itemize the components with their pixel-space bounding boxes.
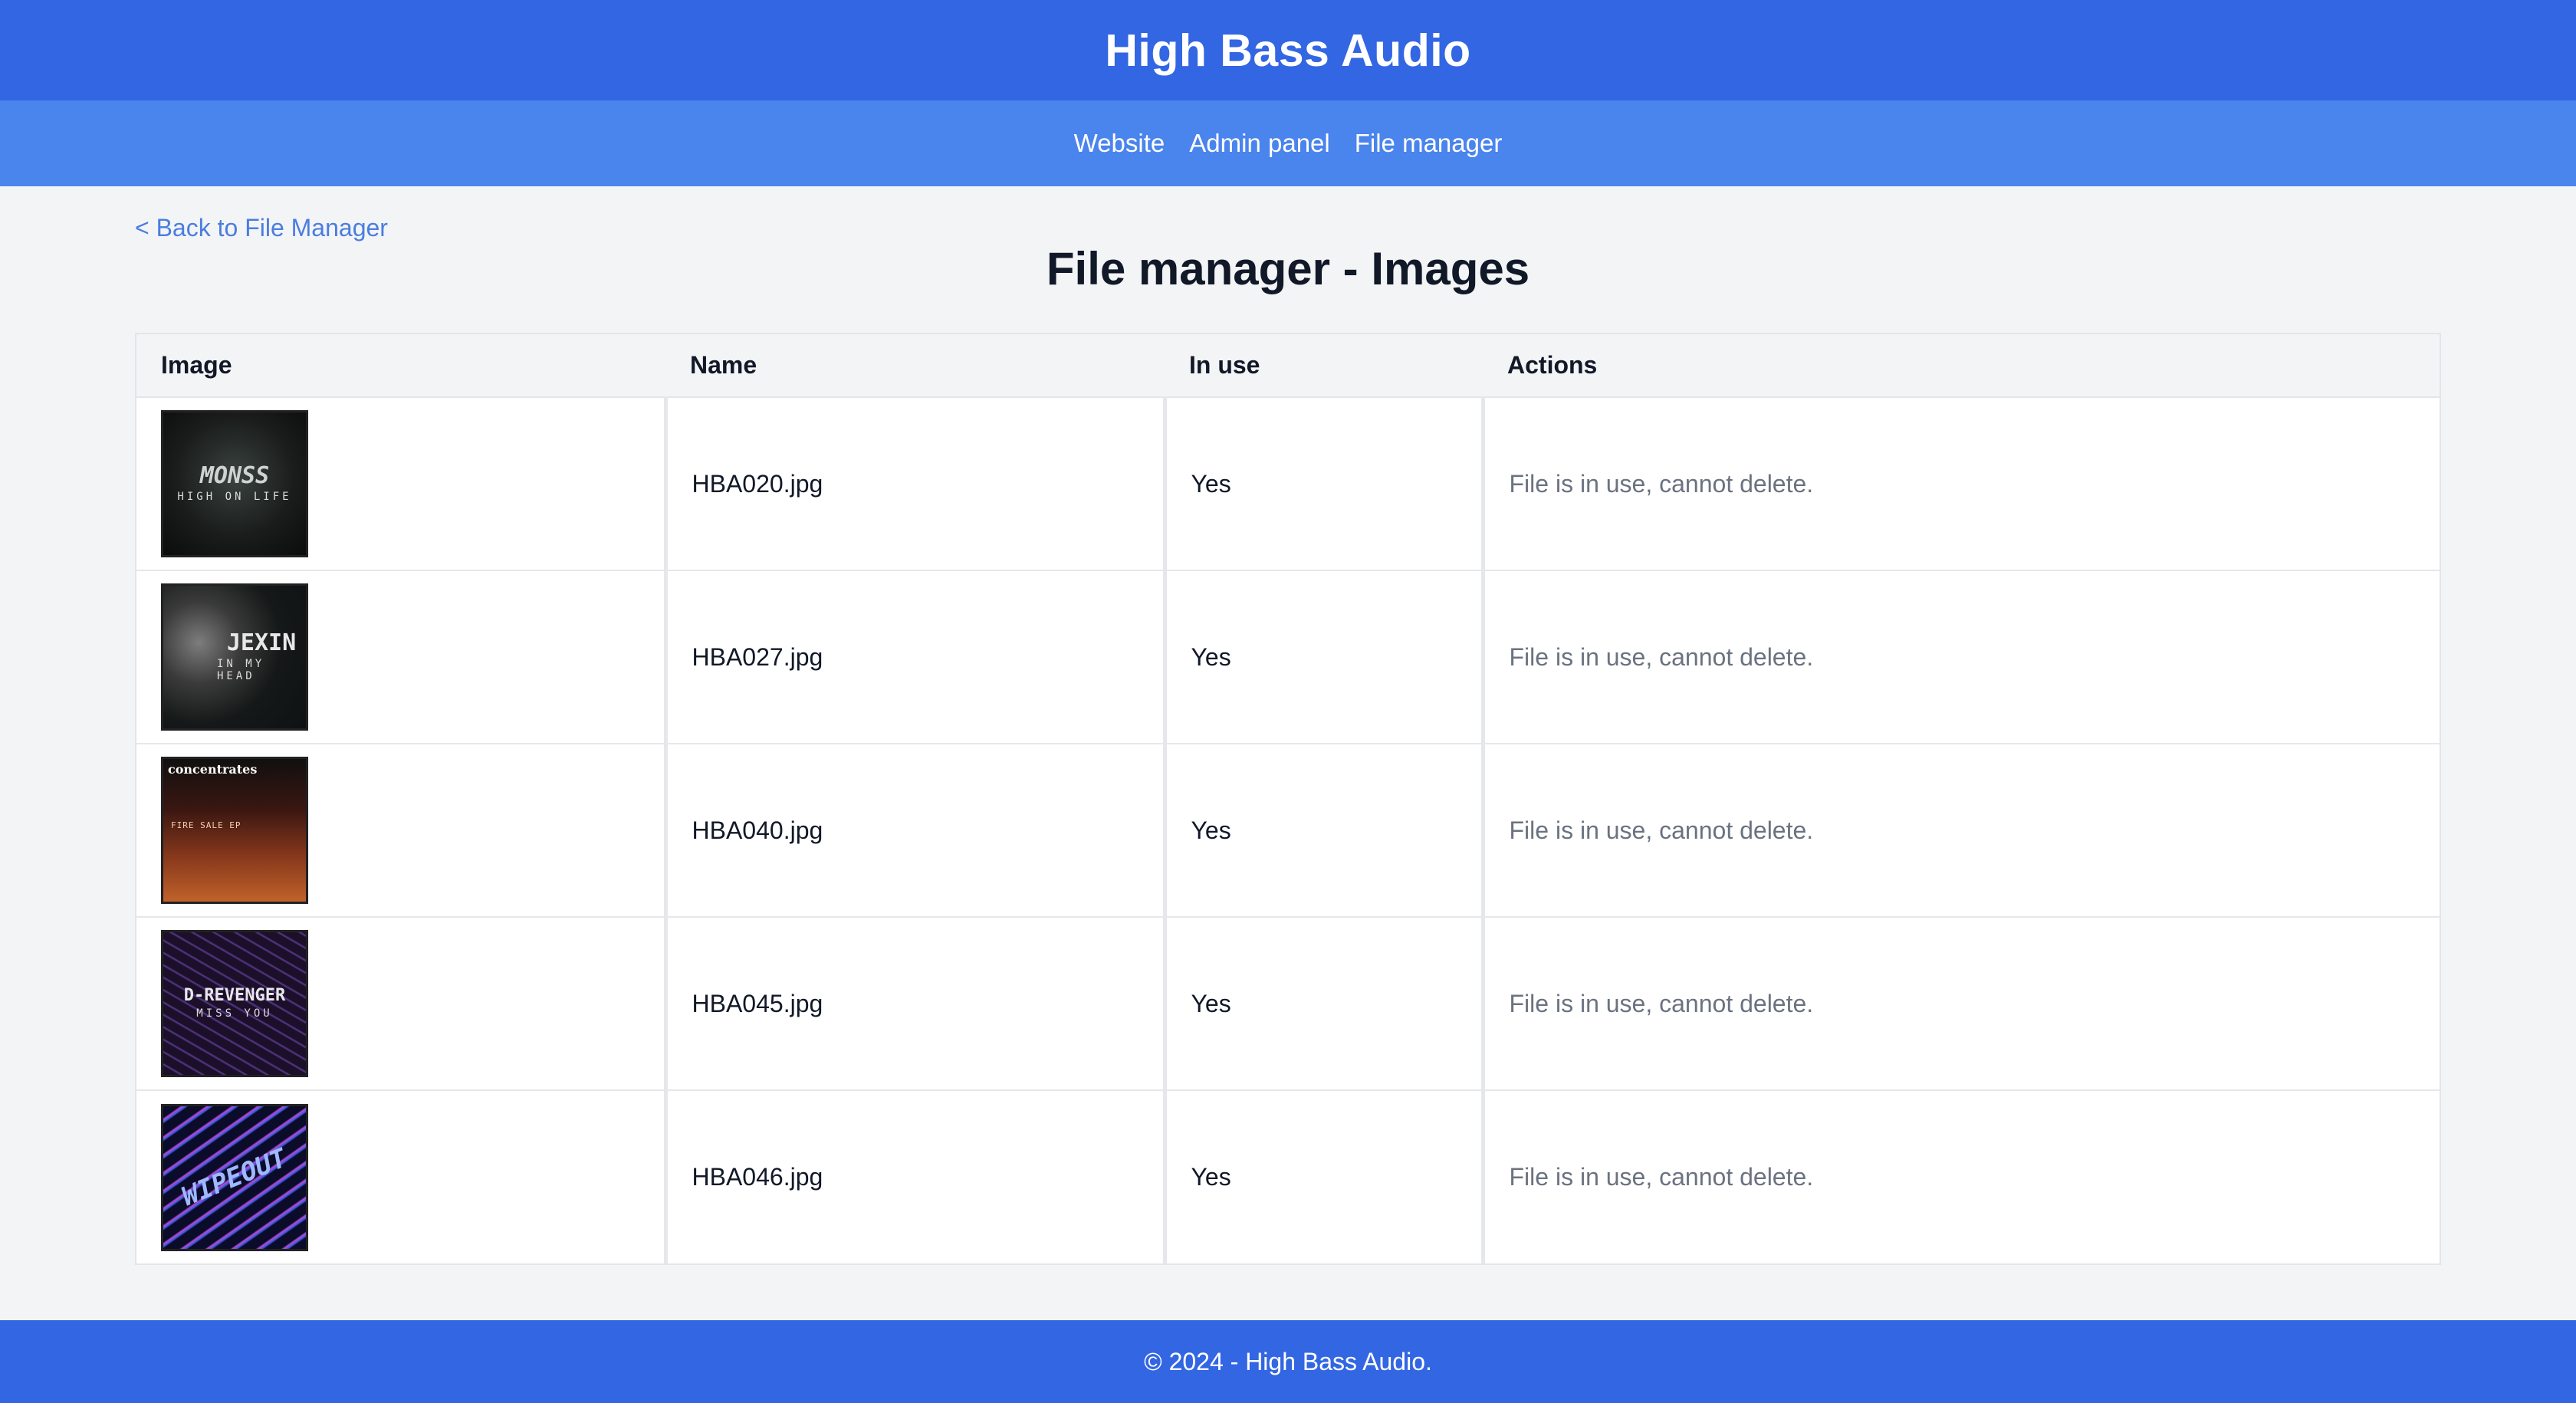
- column-header-actions: Actions: [1483, 334, 2440, 398]
- action-status-text: File is in use, cannot delete.: [1480, 397, 2440, 570]
- table-row: WIPEOUT HBA046.jpg Yes File is in use, c…: [136, 1089, 2440, 1263]
- file-name-cell: HBA040.jpg: [663, 743, 1165, 917]
- image-cell: concentrates FIRE SALE EP: [136, 743, 665, 917]
- table-row: MONSS HIGH ON LIFE HBA020.jpg Yes File i…: [136, 397, 2440, 570]
- thumbnail-title: concentrates: [168, 762, 258, 777]
- thumbnail-subtitle: MISS YOU: [196, 1007, 273, 1020]
- nav-link-admin-panel[interactable]: Admin panel: [1189, 129, 1329, 158]
- site-header: High Bass Audio: [0, 0, 2576, 100]
- action-status-text: File is in use, cannot delete.: [1480, 570, 2440, 744]
- image-thumbnail: D-REVENGER MISS YOU: [161, 930, 308, 1077]
- in-use-cell: Yes: [1162, 570, 1483, 744]
- page-title: File manager - Images: [1046, 243, 1530, 294]
- file-name-cell: HBA020.jpg: [663, 397, 1165, 570]
- action-status-text: File is in use, cannot delete.: [1480, 1089, 2440, 1263]
- image-cell: D-REVENGER MISS YOU: [136, 916, 665, 1090]
- column-header-in-use: In use: [1165, 334, 1483, 398]
- action-status-text: File is in use, cannot delete.: [1480, 916, 2440, 1090]
- file-name-cell: HBA046.jpg: [663, 1089, 1165, 1263]
- image-cell: WIPEOUT: [136, 1089, 665, 1263]
- thumbnail-title: MONSS: [199, 462, 270, 489]
- image-cell: JEXIN IN MY HEAD: [136, 570, 665, 744]
- action-status-text: File is in use, cannot delete.: [1480, 743, 2440, 917]
- back-to-file-manager-link[interactable]: < Back to File Manager: [135, 214, 388, 242]
- thumbnail-subtitle: HIGH ON LIFE: [177, 491, 292, 503]
- thumbnail-title: WIPEOUT: [178, 1142, 291, 1212]
- in-use-cell: Yes: [1162, 916, 1483, 1090]
- footer-copyright: © 2024 - High Bass Audio.: [1144, 1347, 1432, 1375]
- main-content: < Back to File Manager File manager - Im…: [0, 186, 2576, 1265]
- image-thumbnail: MONSS HIGH ON LIFE: [161, 410, 308, 557]
- column-header-image: Image: [136, 334, 665, 398]
- main-nav: Website Admin panel File manager: [0, 100, 2576, 186]
- in-use-cell: Yes: [1162, 397, 1483, 570]
- site-title: High Bass Audio: [1105, 25, 1471, 76]
- table-header-row: Image Name In use Actions: [136, 334, 2440, 398]
- thumbnail-subtitle: IN MY HEAD: [217, 658, 265, 682]
- image-thumbnail: JEXIN IN MY HEAD: [161, 583, 308, 731]
- table-row: JEXIN IN MY HEAD HBA027.jpg Yes File is …: [136, 570, 2440, 744]
- thumbnail-title: JEXIN: [226, 629, 297, 656]
- table-row: concentrates FIRE SALE EP HBA040.jpg Yes…: [136, 743, 2440, 917]
- site-footer: © 2024 - High Bass Audio.: [0, 1320, 2576, 1403]
- image-cell: MONSS HIGH ON LIFE: [136, 397, 665, 570]
- image-thumbnail: concentrates FIRE SALE EP: [161, 757, 308, 904]
- image-thumbnail: WIPEOUT: [161, 1103, 308, 1251]
- nav-link-file-manager[interactable]: File manager: [1355, 129, 1503, 158]
- thumbnail-subtitle: FIRE SALE EP: [171, 820, 242, 830]
- table-row: D-REVENGER MISS YOU HBA045.jpg Yes File …: [136, 916, 2440, 1090]
- in-use-cell: Yes: [1162, 743, 1483, 917]
- in-use-cell: Yes: [1162, 1089, 1483, 1263]
- images-table-container: Image Name In use Actions MONSS HIGH ON …: [135, 333, 2441, 1265]
- nav-link-website[interactable]: Website: [1074, 129, 1165, 158]
- file-name-cell: HBA045.jpg: [663, 916, 1165, 1090]
- images-table: Image Name In use Actions MONSS HIGH ON …: [136, 334, 2440, 1263]
- thumbnail-title: D-REVENGER: [183, 986, 286, 1005]
- column-header-name: Name: [665, 334, 1165, 398]
- file-name-cell: HBA027.jpg: [663, 570, 1165, 744]
